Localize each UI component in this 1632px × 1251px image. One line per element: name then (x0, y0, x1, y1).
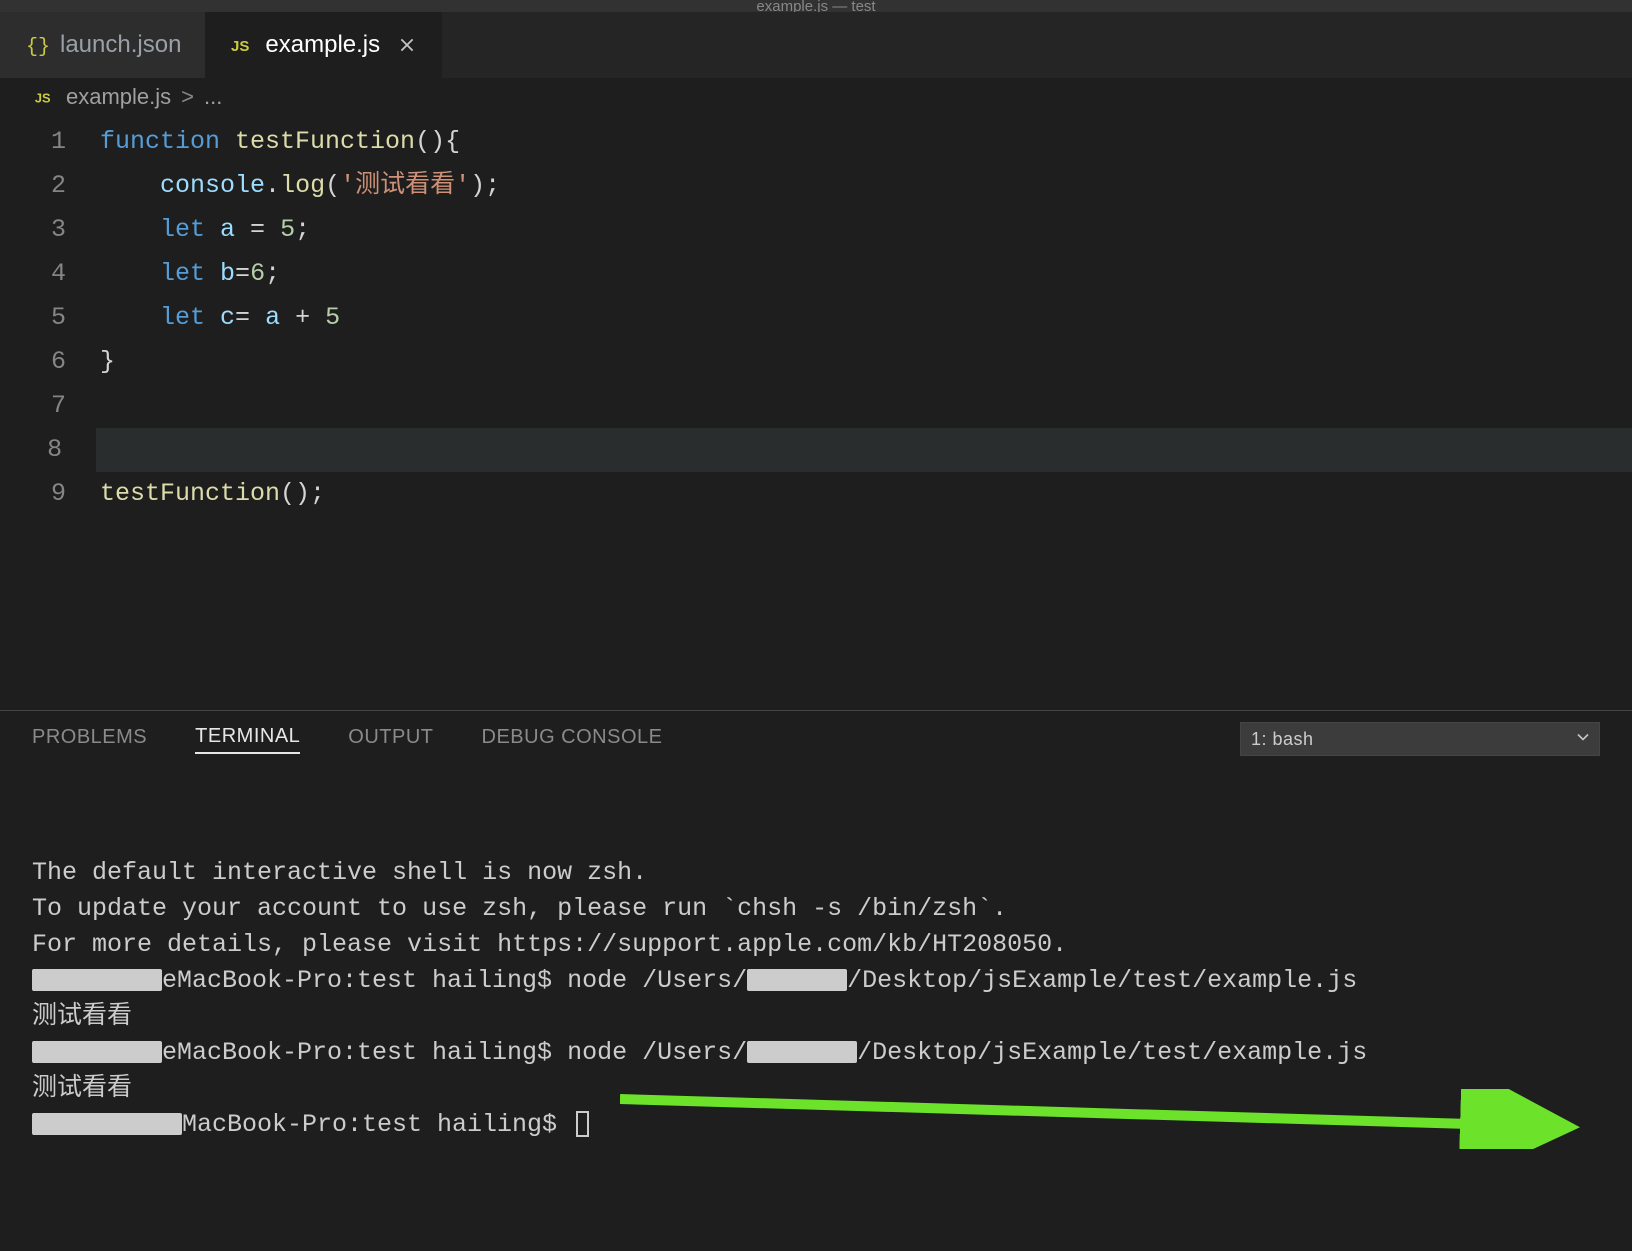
editor-line[interactable]: 3 let a = 5; (0, 208, 1632, 252)
panel-tab-output[interactable]: OUTPUT (348, 726, 433, 753)
editor-line[interactable]: 7 (0, 384, 1632, 428)
panel-tab-terminal[interactable]: TERMINAL (195, 725, 300, 754)
redacted-text (747, 1041, 857, 1063)
line-number: 6 (0, 340, 100, 384)
breadcrumb-more: ... (204, 84, 222, 110)
svg-text:JS: JS (35, 91, 51, 106)
editor-line[interactable]: 8 (0, 428, 1632, 472)
code-content: testFunction(); (100, 472, 325, 516)
line-number: 1 (0, 120, 100, 164)
line-number: 5 (0, 296, 100, 340)
tab-bar: {} launch.json JS example.js (0, 12, 1632, 78)
code-content: let a = 5; (100, 208, 310, 252)
line-number: 9 (0, 472, 100, 516)
editor-line[interactable]: 6} (0, 340, 1632, 384)
redacted-text (32, 1041, 162, 1063)
code-content: console.log('测试看看'); (100, 164, 500, 208)
code-editor[interactable]: 1function testFunction(){2 console.log('… (0, 118, 1632, 516)
window-title: example.js — test (756, 0, 875, 12)
editor-line[interactable]: 5 let c= a + 5 (0, 296, 1632, 340)
annotation-arrow-icon (620, 1089, 1600, 1149)
code-content: let b=6; (100, 252, 280, 296)
braces-icon: {} (24, 32, 50, 58)
terminal-selector[interactable]: 1: bash (1240, 722, 1600, 756)
breadcrumb[interactable]: JS example.js > ... (0, 78, 1632, 118)
editor-line[interactable]: 1function testFunction(){ (0, 120, 1632, 164)
breadcrumb-file: example.js (66, 84, 171, 110)
terminal-line: eMacBook-Pro:test hailing$ node /Users//… (32, 1038, 1367, 1067)
line-number: 7 (0, 384, 100, 428)
redacted-text (747, 969, 847, 991)
editor-line[interactable]: 2 console.log('测试看看'); (0, 164, 1632, 208)
terminal-prompt: MacBook-Pro:test hailing$ (32, 1110, 589, 1139)
chevron-right-icon: > (181, 84, 194, 110)
close-icon[interactable] (396, 34, 418, 56)
terminal-output: 测试看看 (32, 1002, 132, 1031)
editor-line[interactable]: 9testFunction(); (0, 472, 1632, 516)
line-number: 4 (0, 252, 100, 296)
js-icon: JS (229, 32, 255, 58)
chevron-down-icon (1575, 729, 1591, 750)
editor-line[interactable]: 4 let b=6; (0, 252, 1632, 296)
terminal-line: The default interactive shell is now zsh… (32, 858, 647, 887)
tab-label: launch.json (60, 31, 181, 59)
line-number: 8 (0, 428, 96, 472)
code-content: } (100, 340, 115, 384)
svg-text:JS: JS (231, 38, 249, 55)
bottom-panel: PROBLEMS TERMINAL OUTPUT DEBUG CONSOLE 1… (0, 710, 1632, 1210)
tab-label: example.js (265, 31, 380, 59)
panel-tabs: PROBLEMS TERMINAL OUTPUT DEBUG CONSOLE 1… (0, 711, 1632, 767)
code-content: function testFunction(){ (100, 120, 460, 164)
svg-text:{}: {} (26, 36, 49, 57)
terminal-line: eMacBook-Pro:test hailing$ node /Users//… (32, 966, 1357, 995)
redacted-text (32, 1113, 182, 1135)
titlebar: example.js — test (0, 0, 1632, 12)
redacted-text (32, 969, 162, 991)
terminal-body[interactable]: The default interactive shell is now zsh… (0, 767, 1632, 1251)
js-icon: JS (34, 86, 56, 108)
terminal-line: To update your account to use zsh, pleas… (32, 894, 1007, 923)
panel-tab-debug-console[interactable]: DEBUG CONSOLE (482, 726, 663, 753)
code-content (96, 428, 1632, 472)
terminal-output: 测试看看 (32, 1074, 132, 1103)
tab-launch-json[interactable]: {} launch.json (0, 12, 205, 78)
tab-example-js[interactable]: JS example.js (205, 12, 442, 78)
panel-tab-problems[interactable]: PROBLEMS (32, 726, 147, 753)
code-content: let c= a + 5 (100, 296, 340, 340)
terminal-cursor (576, 1111, 589, 1137)
line-number: 3 (0, 208, 100, 252)
terminal-selector-value: 1: bash (1251, 729, 1314, 750)
terminal-line: For more details, please visit https://s… (32, 930, 1067, 959)
line-number: 2 (0, 164, 100, 208)
